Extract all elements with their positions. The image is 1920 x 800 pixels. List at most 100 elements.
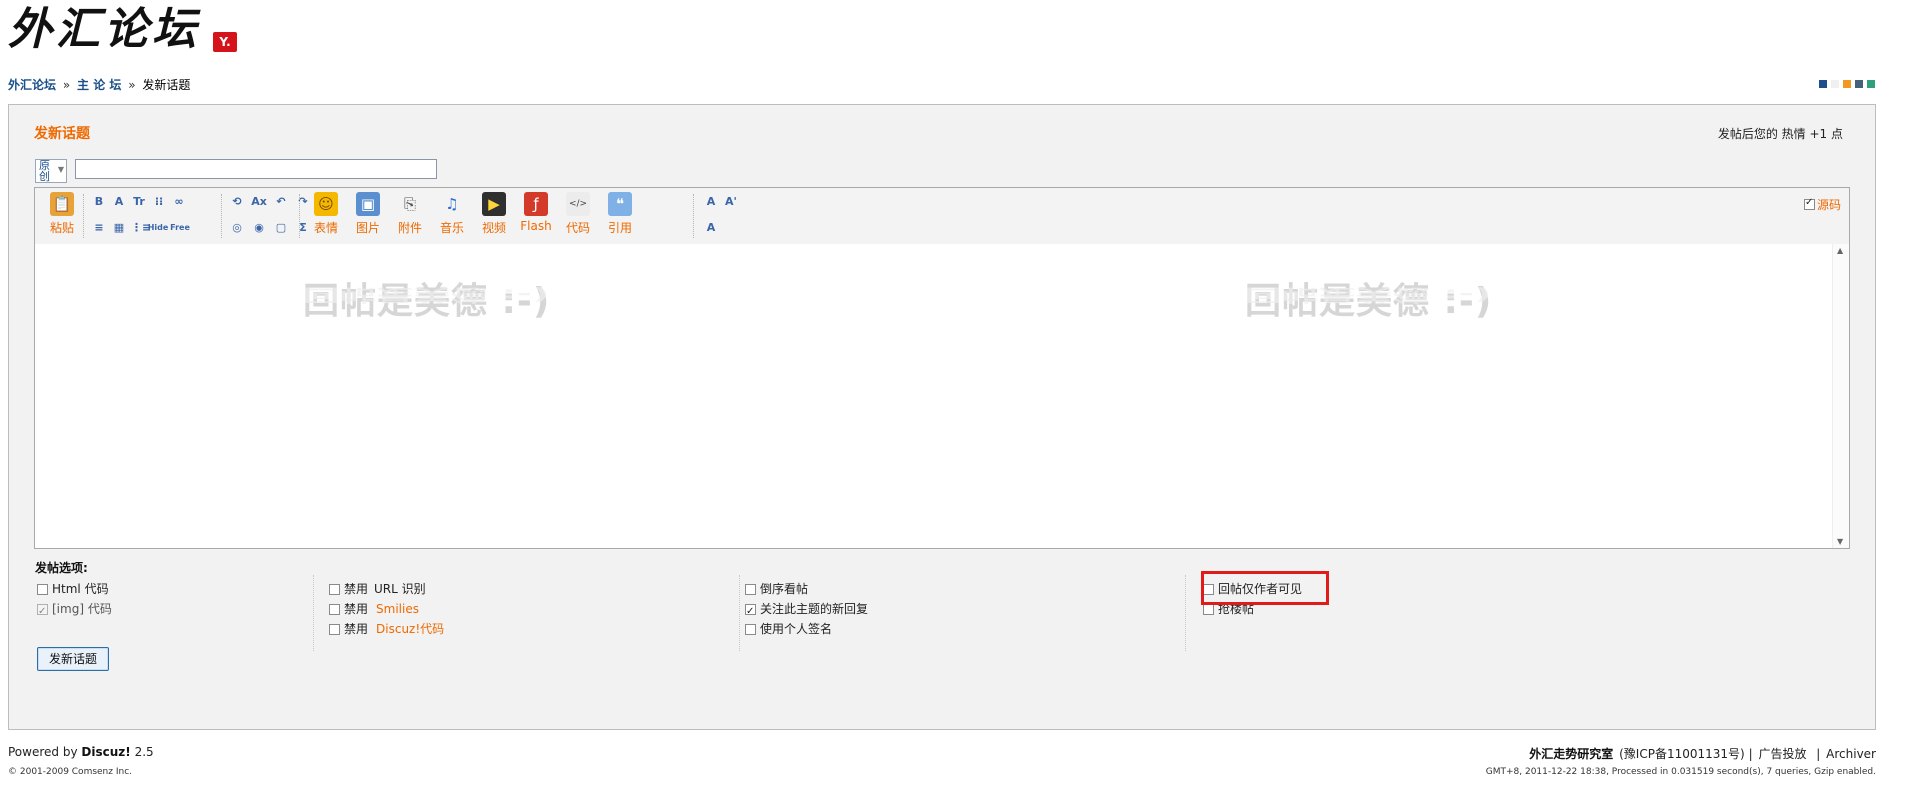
music-icon: ♫ (445, 195, 459, 213)
source-checkbox[interactable] (1803, 197, 1815, 210)
column-divider (739, 575, 741, 651)
ad-link[interactable]: 广告投放 (1758, 747, 1806, 761)
引用-button[interactable]: ❝ 引用 (601, 192, 639, 236)
option-label: [img] 代码 (52, 602, 112, 616)
option-item[interactable]: 使用个人签名 (745, 619, 1177, 639)
watermark-reflection: 回帖是美德 :-) (1245, 285, 1493, 304)
submit-thread-button[interactable]: 发新话题 (37, 647, 109, 671)
watermark-text: 回帖是美德 :-) 回帖是美德 :-) (1245, 272, 1492, 324)
option-item[interactable]: 倒序看帖 (745, 579, 1177, 599)
font-icon[interactable]: A (111, 194, 127, 210)
editor-toolbar: 📋 粘贴 B A Tr ⁝⁝ ∞ ≡ ▦ ⋮≡ Hide Free ⟲ Ax ↶ ↷ ◎ ◉ ▢ Σ A A' A ☺ 表… (35, 188, 1849, 245)
toolbar-divider (693, 194, 695, 238)
options-column-2: 禁用 URL 识别 禁用 Smilies 禁用 Discuz!代码 (329, 575, 740, 651)
link-icon[interactable]: ∞ (171, 194, 187, 210)
site-logo[interactable]: 外汇论坛 Y. (8, 2, 238, 57)
option-checkbox[interactable] (329, 603, 340, 615)
option-checkbox[interactable] (329, 583, 340, 595)
new-thread-panel: 发新话题 发帖后您的 热情 +1 点 原创 ▼ 📋 粘贴 B A Tr ⁝⁝ ∞ ≡ ▦ ⋮≡… (8, 104, 1876, 730)
option-label: Discuz!代码 (376, 622, 445, 636)
version-label: 2.5 (134, 745, 154, 759)
list-icon[interactable]: ⋮≡ (131, 220, 151, 236)
style-swatch[interactable] (1855, 80, 1863, 88)
footer-timing: GMT+8, 2011-12-22 18:38, Processed in 0.… (1485, 767, 1876, 777)
附件-button[interactable]: ⎘ 附件 (391, 192, 429, 236)
图片-button[interactable]: ▣ 图片 (349, 192, 387, 236)
option-prefix: 禁用 (344, 622, 369, 636)
option-checkbox[interactable] (745, 583, 756, 595)
align-icon[interactable]: ≡ (91, 220, 107, 236)
tool-label: 图片 (355, 221, 380, 235)
style-swatch[interactable] (1843, 80, 1851, 88)
paste-button[interactable]: 📋 粘贴 (43, 192, 81, 236)
breadcrumb-separator: » (62, 78, 71, 92)
option-item[interactable]: [img] 代码 (37, 599, 305, 622)
image-icon: ▣ (356, 192, 380, 216)
site-name-link[interactable]: 外汇走势研究室 (1529, 747, 1613, 761)
message-textarea[interactable]: 回帖是美德 :-) 回帖是美德 :-) 回帖是美德 :-) 回帖是美德 :-) (35, 244, 1833, 548)
option-checkbox[interactable] (37, 583, 48, 595)
font-family-icon[interactable]: A (703, 194, 719, 210)
thread-type-value: 原创 (39, 159, 50, 183)
option-label: URL 识别 (374, 582, 426, 596)
option-checkbox[interactable] (329, 623, 340, 635)
表情-button[interactable]: ☺ 表情 (307, 192, 345, 236)
archiver-link[interactable]: Archiver (1826, 747, 1876, 761)
text-format-icon[interactable]: A (703, 220, 719, 236)
style-swatch[interactable] (1819, 80, 1827, 88)
column-divider (313, 575, 315, 651)
options-column-3: 倒序看帖关注此主题的新回复使用个人签名 (745, 575, 1186, 651)
breadcrumb-forum-link[interactable]: 主 论 坛 (77, 78, 121, 92)
option-label: Smilies (376, 602, 419, 616)
thread-type-select[interactable]: 原创 ▼ (35, 159, 67, 183)
free-icon[interactable]: Free (169, 220, 191, 236)
footer-links: 外汇走势研究室 (豫ICP备11001131号) | 广告投放 | Archiv… (1529, 745, 1876, 762)
option-checkbox[interactable] (1203, 603, 1214, 615)
footer-powered: Powered by Discuz! 2.5 (8, 745, 154, 759)
option-item[interactable]: 禁用 URL 识别 (329, 579, 731, 599)
font-color-icon[interactable]: A' (723, 194, 739, 210)
Flash-button[interactable]: ƒ Flash (517, 192, 555, 233)
style-swatch[interactable] (1867, 80, 1875, 88)
undo-icon[interactable]: ↶ (273, 194, 289, 210)
unlink-icon[interactable]: ⟲ (229, 194, 245, 210)
editor-scrollbar[interactable]: ▲ ▼ (1832, 244, 1849, 548)
option-checkbox[interactable] (745, 623, 756, 635)
highlight-frame (1201, 571, 1329, 605)
option-checkbox[interactable] (745, 602, 756, 622)
table-icon[interactable]: ▦ (111, 220, 127, 236)
subject-input[interactable] (75, 159, 437, 179)
option-item[interactable]: 禁用 Discuz!代码 (329, 619, 731, 639)
chevron-down-icon: ▼ (57, 165, 64, 174)
breadcrumb-home-link[interactable]: 外汇论坛 (8, 78, 56, 92)
discuz-link[interactable]: Discuz! (81, 745, 130, 759)
代码-button[interactable]: </> 代码 (559, 192, 597, 236)
style-swatch[interactable] (1831, 80, 1839, 88)
option-item[interactable]: Html 代码 (37, 579, 305, 599)
option-item[interactable]: 禁用 Smilies (329, 599, 731, 619)
color-icon[interactable]: ⁝⁝ (151, 194, 167, 210)
play-icon[interactable]: ◉ (251, 220, 267, 236)
icp-link[interactable]: (豫ICP备11001131号) (1619, 747, 1745, 761)
音乐-button[interactable]: ♫ 音乐 (433, 192, 471, 236)
option-item[interactable]: 关注此主题的新回复 (745, 599, 1177, 622)
insert-icon[interactable]: ◎ (229, 220, 245, 236)
tool-label: Flash (520, 219, 552, 233)
hide-icon[interactable]: Hide (147, 220, 169, 236)
视频-button[interactable]: ▶ 视频 (475, 192, 513, 236)
breadcrumb-current: 发新话题 (142, 78, 191, 92)
font-size-icon[interactable]: Tr (131, 194, 147, 210)
paperclip-icon: ⎘ (403, 195, 416, 213)
flash-icon: ƒ (524, 192, 548, 216)
watermark-reflection: 回帖是美德 :-) (303, 285, 551, 304)
page-icon[interactable]: ▢ (273, 220, 289, 236)
bold-icon[interactable]: B (91, 194, 107, 210)
remove-format-icon[interactable]: Ax (251, 194, 267, 210)
option-checkbox (37, 602, 48, 622)
tool-label: 代码 (565, 221, 590, 235)
scroll-down-icon[interactable]: ▼ (1837, 537, 1843, 546)
source-toggle[interactable]: 源码 (1803, 196, 1841, 213)
scroll-up-icon[interactable]: ▲ (1837, 246, 1843, 255)
code-icon: </> (566, 192, 590, 216)
option-label: Html 代码 (52, 582, 109, 596)
